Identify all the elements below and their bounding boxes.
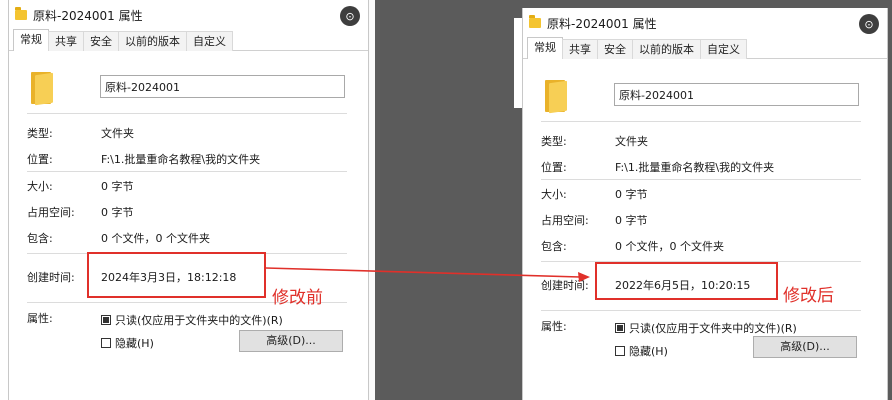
tab-previous-versions[interactable]: 以前的版本 (632, 39, 701, 59)
disk-size-label: 占用空间: (541, 214, 589, 227)
disk-size-value: 0 字节 (101, 206, 134, 219)
type-label: 类型: (541, 135, 567, 148)
size-value: 0 字节 (101, 180, 134, 193)
location-label: 位置: (27, 153, 53, 166)
tab-general[interactable]: 常规 (527, 37, 563, 59)
tab-previous-versions[interactable]: 以前的版本 (118, 31, 187, 51)
hidden-checkbox[interactable] (615, 346, 625, 356)
location-label: 位置: (541, 161, 567, 174)
annotation-before: 修改前 (272, 288, 323, 308)
lens-icon[interactable]: ⊙ (340, 6, 360, 26)
contains-label: 包含: (27, 232, 53, 245)
readonly-checkbox[interactable] (615, 323, 625, 333)
background-code-strip-right (514, 18, 522, 108)
tab-sharing[interactable]: 共享 (48, 31, 84, 51)
highlight-box-before (87, 252, 266, 298)
folder-name-input[interactable]: 原料-2024001 (100, 75, 345, 98)
annotation-after: 修改后 (783, 286, 834, 306)
advanced-button[interactable]: 高级(D)... (753, 336, 857, 358)
contains-value: 0 个文件，0 个文件夹 (101, 232, 210, 245)
tab-customize[interactable]: 自定义 (186, 31, 233, 51)
contains-value: 0 个文件，0 个文件夹 (615, 240, 724, 253)
size-label: 大小: (27, 180, 53, 193)
tab-security[interactable]: 安全 (597, 39, 633, 59)
folder-icon (529, 15, 541, 28)
properties-dialog-after: 原料-2024001 属性 ⊙ 常规 共享 安全 以前的版本 自定义 原料-20… (522, 8, 888, 400)
readonly-label: 只读(仅应用于文件夹中的文件)(R) (115, 314, 283, 327)
tab-customize[interactable]: 自定义 (700, 39, 747, 59)
size-label: 大小: (541, 188, 567, 201)
tab-general[interactable]: 常规 (13, 29, 49, 51)
readonly-label: 只读(仅应用于文件夹中的文件)(R) (629, 322, 797, 335)
hidden-option[interactable]: 隐藏(H) (615, 343, 668, 359)
attributes-label: 属性: (27, 312, 53, 325)
window-title: 原料-2024001 属性 (547, 16, 657, 31)
highlight-box-after (595, 262, 778, 300)
readonly-option[interactable]: 只读(仅应用于文件夹中的文件)(R) (101, 312, 283, 328)
readonly-option[interactable]: 只读(仅应用于文件夹中的文件)(R) (615, 320, 797, 336)
size-value: 0 字节 (615, 188, 648, 201)
tab-bar: 常规 共享 安全 以前的版本 自定义 (523, 37, 887, 59)
folder-large-icon (31, 72, 55, 106)
title-bar[interactable]: 原料-2024001 属性 (523, 8, 887, 38)
advanced-button[interactable]: 高级(D)... (239, 330, 343, 352)
hidden-label: 隐藏(H) (115, 337, 154, 350)
folder-icon (15, 7, 27, 20)
contains-label: 包含: (541, 240, 567, 253)
disk-size-label: 占用空间: (27, 206, 75, 219)
created-label: 创建时间: (541, 279, 589, 292)
hidden-checkbox[interactable] (101, 338, 111, 348)
lens-icon[interactable]: ⊙ (859, 14, 879, 34)
background-code-strip (0, 0, 8, 110)
folder-name-input[interactable]: 原料-2024001 (614, 83, 859, 106)
readonly-checkbox[interactable] (101, 315, 111, 325)
tab-sharing[interactable]: 共享 (562, 39, 598, 59)
type-value: 文件夹 (101, 127, 134, 140)
hidden-option[interactable]: 隐藏(H) (101, 335, 154, 351)
disk-size-value: 0 字节 (615, 214, 648, 227)
created-label: 创建时间: (27, 271, 75, 284)
type-label: 类型: (27, 127, 53, 140)
location-value: F:\1.批量重命名教程\我的文件夹 (615, 161, 775, 174)
title-bar[interactable]: 原料-2024001 属性 (9, 0, 368, 30)
tab-security[interactable]: 安全 (83, 31, 119, 51)
type-value: 文件夹 (615, 135, 648, 148)
properties-dialog-before: 原料-2024001 属性 ⊙ 常规 共享 安全 以前的版本 自定义 原料-20… (8, 0, 369, 400)
hidden-label: 隐藏(H) (629, 345, 668, 358)
attributes-label: 属性: (541, 320, 567, 333)
location-value: F:\1.批量重命名教程\我的文件夹 (101, 153, 261, 166)
window-title: 原料-2024001 属性 (33, 8, 143, 23)
folder-large-icon (545, 80, 569, 114)
tab-bar: 常规 共享 安全 以前的版本 自定义 (9, 29, 368, 51)
